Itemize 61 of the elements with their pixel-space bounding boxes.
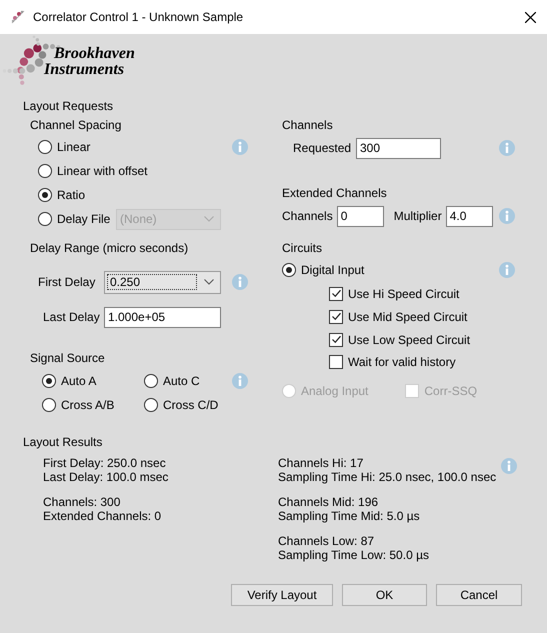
- section-title: Layout Requests: [23, 98, 114, 114]
- window-title: Correlator Control 1 - Unknown Sample: [33, 10, 244, 24]
- checkbox[interactable]: Use Mid Speed Circuit: [329, 310, 468, 324]
- dialog-button[interactable]: Cancel: [436, 584, 522, 606]
- result-text: Channels Hi: 17: [278, 456, 364, 470]
- radio-button[interactable]: Auto C: [144, 374, 200, 388]
- check-icon: [330, 288, 342, 299]
- result-text: First Delay: 250.0 nsec: [43, 456, 167, 470]
- dialog-button[interactable]: OK: [342, 584, 427, 606]
- checkbox[interactable]: Use Hi Speed Circuit: [329, 286, 460, 300]
- field-label: Multiplier: [394, 209, 442, 223]
- first-delay-dropdown[interactable]: 0.250: [104, 270, 221, 294]
- radio-button[interactable]: Delay File: [38, 212, 110, 226]
- field-label: Last Delay: [43, 310, 100, 324]
- multiplier-field[interactable]: 4.0: [446, 206, 493, 226]
- result-text: Channels: 300: [43, 495, 122, 509]
- section-title: Circuits: [282, 240, 324, 256]
- close-icon[interactable]: [525, 12, 536, 22]
- section-title: Signal Source: [30, 350, 106, 366]
- app-icon: [10, 9, 26, 25]
- logo-text: Brookhaven: [54, 46, 135, 62]
- radio-button[interactable]: Linear with offset: [38, 164, 148, 178]
- section-title: Layout Results: [23, 434, 104, 450]
- check-icon: [330, 311, 342, 322]
- radio-button[interactable]: Digital Input: [282, 263, 364, 277]
- section-title: Channel Spacing: [30, 117, 122, 133]
- field-label: Channels: [282, 209, 333, 223]
- info-icon[interactable]: [499, 140, 515, 156]
- radio-button[interactable]: Auto A: [42, 374, 96, 388]
- info-icon[interactable]: [232, 139, 248, 155]
- radio-button[interactable]: Cross A/B: [42, 398, 114, 412]
- requested-channels-field[interactable]: 300: [356, 138, 441, 158]
- logo-text: Instruments: [44, 62, 126, 78]
- caret-icon: [204, 216, 214, 222]
- result-text: Extended Channels: 0: [43, 509, 162, 523]
- info-icon[interactable]: [232, 373, 248, 389]
- result-text: Channels Mid: 196: [278, 495, 380, 509]
- field-label: First Delay: [38, 275, 96, 289]
- info-icon[interactable]: [232, 274, 248, 290]
- checkbox[interactable]: Use Low Speed Circuit: [329, 332, 470, 346]
- dialog-button[interactable]: Verify Layout: [231, 584, 333, 606]
- radio-button[interactable]: Cross C/D: [144, 398, 218, 412]
- caret-icon: [204, 279, 214, 285]
- section-title: Extended Channels: [282, 185, 388, 201]
- result-text: Sampling Time Mid: 5.0 µs: [278, 509, 421, 523]
- extended-channels-field[interactable]: 0: [336, 206, 384, 226]
- section-title: Channels: [282, 117, 334, 133]
- checkbox[interactable]: Wait for valid history: [329, 354, 456, 368]
- result-text: Sampling Time Hi: 25.0 nsec, 100.0 nsec: [278, 470, 496, 484]
- radio-button[interactable]: Linear: [38, 140, 90, 154]
- result-text: Sampling Time Low: 50.0 µs: [278, 548, 430, 562]
- info-icon[interactable]: [499, 262, 515, 278]
- result-text: Last Delay: 100.0 msec: [43, 470, 170, 484]
- field-label: Requested: [293, 141, 352, 155]
- result-text: Channels Low: 87: [278, 534, 376, 548]
- section-title: Delay Range (micro seconds): [30, 240, 190, 256]
- last-delay-field[interactable]: 1.000e+05: [104, 306, 221, 328]
- info-icon[interactable]: [501, 458, 517, 474]
- info-icon[interactable]: [499, 208, 515, 224]
- radio-button[interactable]: Ratio: [38, 188, 86, 202]
- check-icon: [330, 334, 342, 345]
